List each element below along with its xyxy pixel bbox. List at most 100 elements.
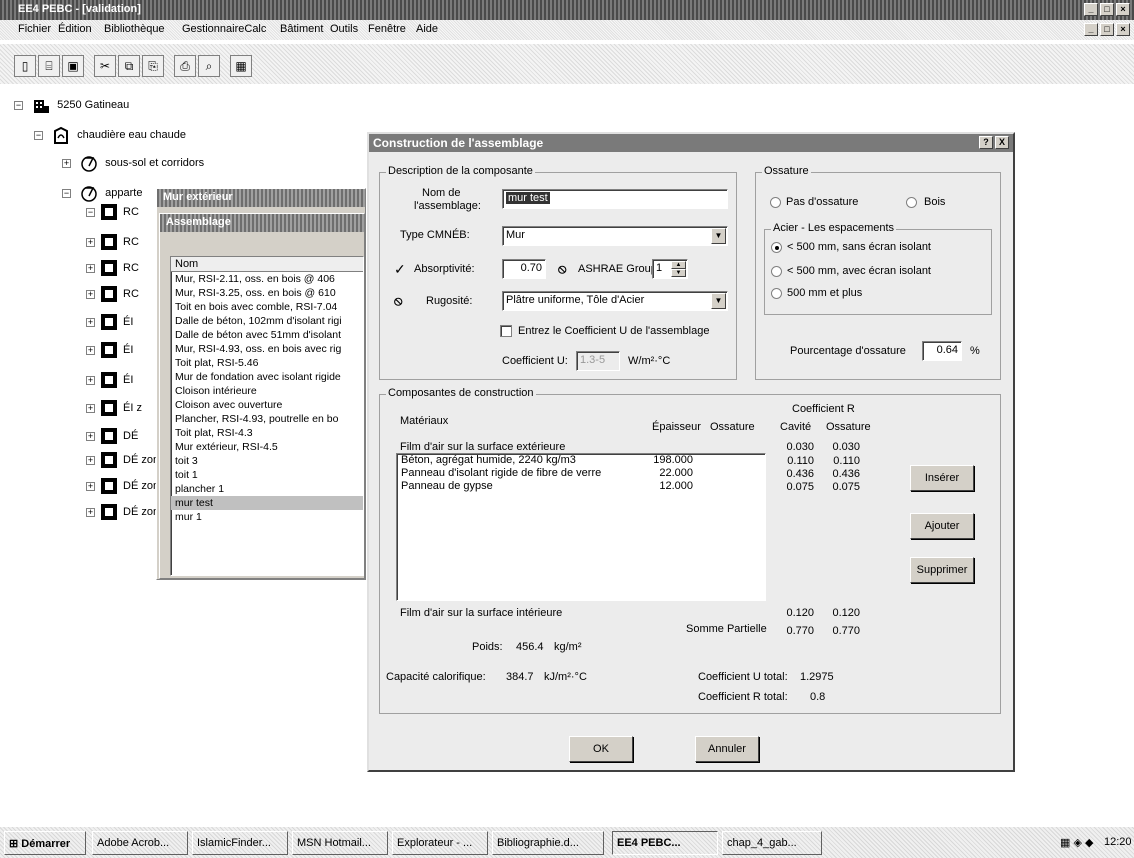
minimize-button[interactable]: _ <box>1084 3 1098 16</box>
tree-zone-row[interactable]: + RC <box>86 286 139 306</box>
collapse-icon[interactable]: − <box>14 100 23 110</box>
menu-outils[interactable]: Outils <box>330 23 358 35</box>
coef-u-input[interactable]: 1.3-5 <box>576 351 620 371</box>
new-file-icon[interactable]: ▯ <box>14 55 36 77</box>
nom-assemblage-input[interactable]: mur test <box>502 189 728 209</box>
assemblage-list-item[interactable]: Cloison avec ouverture <box>171 398 363 412</box>
doc-close-button[interactable]: × <box>1116 23 1130 36</box>
expand-icon[interactable]: + <box>86 289 95 299</box>
cut-icon[interactable]: ✂ <box>94 55 116 77</box>
assemblage-list-item[interactable]: mur test <box>171 496 363 510</box>
print-preview-icon[interactable]: ⌕ <box>198 55 220 77</box>
assemblage-list[interactable]: Nom Mur, RSI-2.11, oss. en bois @ 406 Mur… <box>170 256 364 576</box>
expand-icon[interactable]: + <box>86 481 95 491</box>
collapse-icon[interactable]: − <box>62 188 71 198</box>
taskbar-item[interactable]: chap_4_gab... <box>722 831 822 855</box>
expand-icon[interactable]: + <box>86 403 95 413</box>
collapse-icon[interactable]: − <box>86 207 95 217</box>
taskbar-item[interactable]: EE4 PEBC... <box>612 831 718 855</box>
material-row[interactable]: Panneau de gypse 12.000 <box>397 480 765 493</box>
save-icon[interactable]: ▣ <box>62 55 84 77</box>
acier2-radio[interactable] <box>771 266 782 277</box>
type-select[interactable]: Mur ▼ <box>502 226 728 246</box>
entrez-coef-checkbox[interactable] <box>500 325 512 337</box>
assemblage-list-item[interactable]: Toit plat, RSI-5.46 <box>171 356 363 370</box>
expand-icon[interactable]: + <box>86 317 95 327</box>
spin-up-icon[interactable]: ▲ <box>671 261 686 269</box>
taskbar-item[interactable]: Explorateur - ... <box>392 831 488 855</box>
calculator-icon[interactable]: ▦ <box>230 55 252 77</box>
paste-icon[interactable]: ⎘ <box>142 55 164 77</box>
assemblage-list-item[interactable]: Mur de fondation avec isolant rigide <box>171 370 363 384</box>
assemblage-list-item[interactable]: toit 3 <box>171 454 363 468</box>
expand-icon[interactable]: + <box>86 375 95 385</box>
spin-down-icon[interactable]: ▼ <box>671 269 686 277</box>
taskbar-item[interactable]: Bibliographie.d... <box>492 831 604 855</box>
taskbar-item[interactable]: MSN Hotmail... <box>292 831 388 855</box>
acier1-radio[interactable] <box>771 242 782 253</box>
open-folder-icon[interactable]: ⌸ <box>38 55 60 77</box>
tree-zone-row[interactable]: + ÉI <box>86 372 133 392</box>
menu-fenetre[interactable]: Fenêtre <box>368 23 406 35</box>
materials-list[interactable]: Béton, agrégat humide, 2240 kg/m3 198.000… <box>396 453 766 601</box>
assemblage-list-item[interactable]: Mur, RSI-4.93, oss. en bois avec rig <box>171 342 363 356</box>
assemblage-list-item[interactable]: Mur, RSI-3.25, oss. en bois @ 610 <box>171 286 363 300</box>
doc-restore-button[interactable]: □ <box>1100 23 1114 36</box>
supprimer-button[interactable]: Supprimer <box>910 557 974 583</box>
tree-zone-row[interactable]: + ÉI <box>86 314 133 334</box>
start-button[interactable]: ⊞ Démarrer <box>4 831 86 855</box>
tree-zone-row[interactable]: + DÉ <box>86 428 138 448</box>
assemblage-list-item[interactable]: Dalle de béton avec 51mm d'isolant <box>171 328 363 342</box>
pourcentage-input[interactable]: 0.64 <box>922 341 962 361</box>
tree-zone-b[interactable]: − apparte <box>62 184 142 204</box>
acier3-radio[interactable] <box>771 288 782 299</box>
expand-icon[interactable]: + <box>86 237 95 247</box>
ok-button[interactable]: OK <box>569 736 633 762</box>
taskbar-item[interactable]: IslamicFinder... <box>192 831 288 855</box>
menu-fichier[interactable]: Fichier <box>18 23 51 35</box>
copy-icon[interactable]: ⧉ <box>118 55 140 77</box>
menu-aide[interactable]: Aide <box>416 23 438 35</box>
assemblage-list-item[interactable]: toit 1 <box>171 468 363 482</box>
annuler-button[interactable]: Annuler <box>695 736 759 762</box>
expand-icon[interactable]: + <box>62 158 71 168</box>
tree-zone-row[interactable]: + RC <box>86 234 139 254</box>
expand-icon[interactable]: + <box>86 263 95 273</box>
tree-zone-row[interactable]: − RC <box>86 204 139 224</box>
chevron-down-icon[interactable]: ▼ <box>711 228 726 244</box>
collapse-icon[interactable]: − <box>34 130 43 140</box>
expand-icon[interactable]: + <box>86 507 95 517</box>
assemblage-list-item[interactable]: Mur, RSI-2.11, oss. en bois @ 406 <box>171 272 363 286</box>
material-row[interactable]: Panneau d'isolant rigide de fibre de ver… <box>397 467 765 480</box>
assemblage-list-item[interactable]: Cloison intérieure <box>171 384 363 398</box>
close-app-button[interactable]: × <box>1116 3 1130 16</box>
bois-radio[interactable] <box>906 197 917 208</box>
close-dialog-button[interactable]: X <box>995 136 1009 149</box>
doc-minimize-button[interactable]: _ <box>1084 23 1098 36</box>
expand-icon[interactable]: + <box>86 345 95 355</box>
tree-zone-row[interactable]: + ÉI <box>86 342 133 362</box>
assemblage-list-item[interactable]: Mur extérieur, RSI-4.5 <box>171 440 363 454</box>
taskbar-item[interactable]: Adobe Acrob... <box>92 831 188 855</box>
chevron-down-icon[interactable]: ▼ <box>711 293 726 309</box>
expand-icon[interactable]: + <box>86 431 95 441</box>
print-icon[interactable]: ⎙ <box>174 55 196 77</box>
tree-zone-row[interactable]: + ÉI z <box>86 400 142 420</box>
tree-root[interactable]: − 5250 Gatineau <box>14 96 129 116</box>
assemblage-list-item[interactable]: Toit plat, RSI-4.3 <box>171 426 363 440</box>
assemblage-list-item[interactable]: Toit en bois avec comble, RSI-7.04 <box>171 300 363 314</box>
assemblage-list-item[interactable]: Plancher, RSI-4.93, poutrelle en bo <box>171 412 363 426</box>
maximize-button[interactable]: □ <box>1100 3 1114 16</box>
inserer-button[interactable]: Insérer <box>910 465 974 491</box>
assemblage-list-item[interactable]: plancher 1 <box>171 482 363 496</box>
expand-icon[interactable]: + <box>86 455 95 465</box>
rugosite-select[interactable]: Plâtre uniforme, Tôle d'Acier ▼ <box>502 291 728 311</box>
tree-zone-a[interactable]: + sous-sol et corridors <box>62 154 204 174</box>
pas-ossature-radio[interactable] <box>770 197 781 208</box>
absorptivite-input[interactable]: 0.70 <box>502 259 546 279</box>
menu-gestionnairecalc[interactable]: GestionnaireCalc <box>182 23 266 35</box>
tree-zone-row[interactable]: + RC <box>86 260 139 280</box>
ajouter-button[interactable]: Ajouter <box>910 513 974 539</box>
menu-edition[interactable]: Édition <box>58 23 92 35</box>
tree-system[interactable]: − chaudière eau chaude <box>34 126 186 146</box>
